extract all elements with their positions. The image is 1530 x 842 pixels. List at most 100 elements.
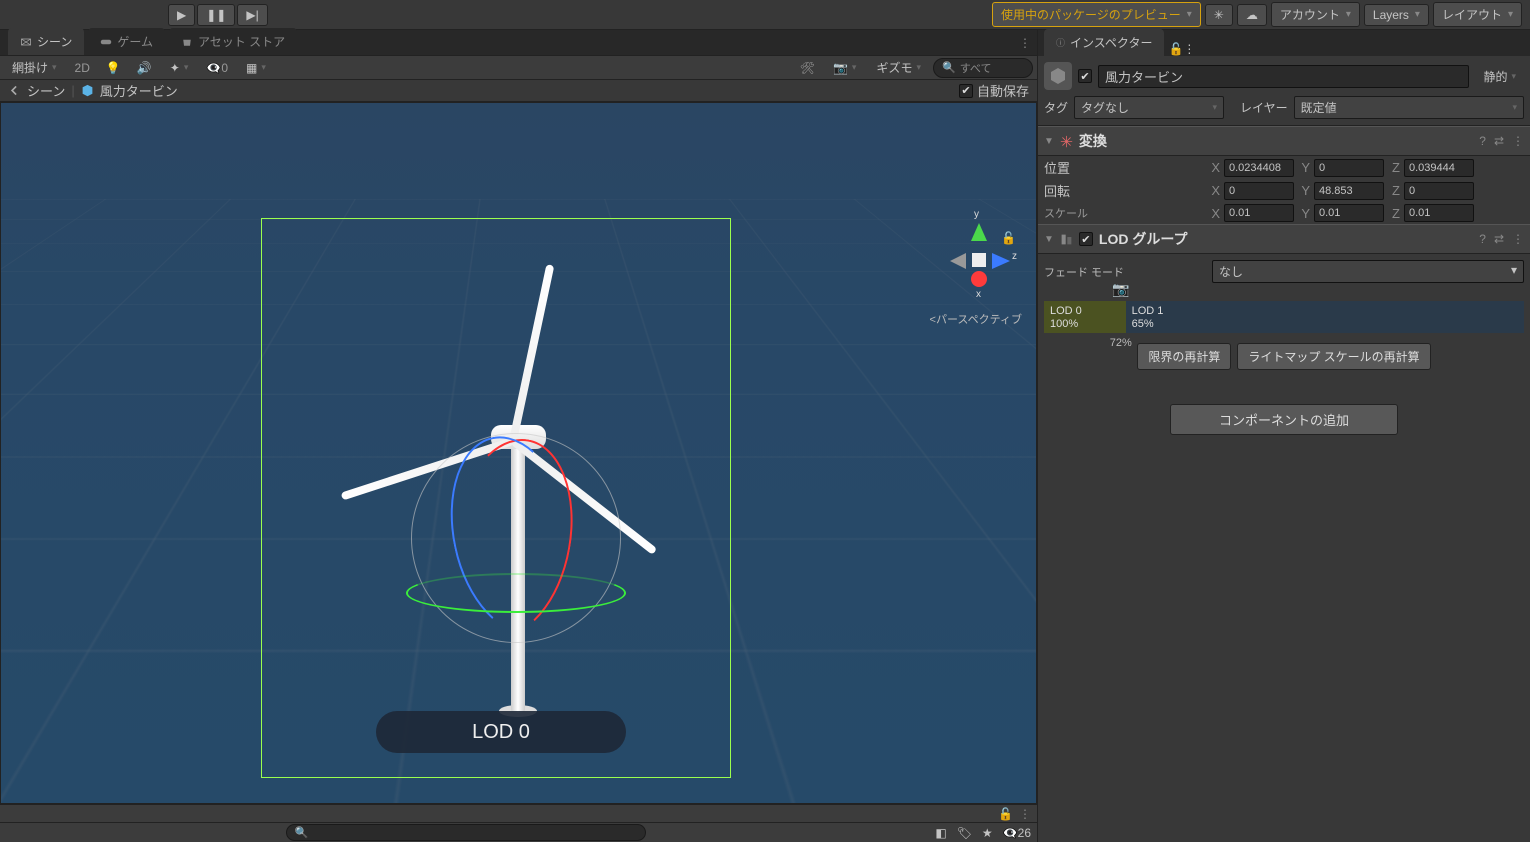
cloud-icon[interactable]: ☁ bbox=[1237, 4, 1267, 26]
rotation-gizmo[interactable] bbox=[411, 433, 621, 643]
fade-mode-dropdown[interactable]: なし▾ bbox=[1212, 260, 1524, 283]
orientation-gizmo[interactable]: y z x bbox=[938, 223, 1018, 303]
gamepad-icon bbox=[100, 36, 112, 48]
tab-asset-store[interactable]: アセット ストア bbox=[169, 28, 297, 55]
scale-z-field[interactable] bbox=[1404, 204, 1474, 222]
component-menu-icon[interactable]: ⋮ bbox=[1512, 232, 1524, 246]
collab-icon[interactable]: ✳ bbox=[1205, 4, 1233, 26]
add-component-button[interactable]: コンポーネントの追加 bbox=[1170, 404, 1398, 435]
tab-game-label: ゲーム bbox=[117, 33, 153, 50]
breadcrumb: シーン | 風力タービン ✔ 自動保存 bbox=[0, 80, 1037, 102]
recalc-lightmap-button[interactable]: ライトマップ スケールの再計算 bbox=[1237, 343, 1430, 370]
tag-value: タグなし bbox=[1081, 99, 1129, 116]
hidden-filter-icon[interactable]: 👁‍🗨26 bbox=[1003, 826, 1031, 840]
rot-z-field[interactable] bbox=[1404, 182, 1474, 200]
lighting-toggle-icon[interactable]: 💡 bbox=[100, 59, 127, 77]
footer-menu-icon[interactable]: ⋮ bbox=[1019, 807, 1031, 821]
breadcrumb-sep: | bbox=[71, 83, 74, 98]
audio-toggle-icon[interactable]: 🔊 bbox=[131, 59, 158, 77]
component-menu-icon[interactable]: ⋮ bbox=[1512, 134, 1524, 148]
autosave-checkbox[interactable]: ✔ bbox=[959, 84, 973, 98]
back-icon[interactable] bbox=[8, 84, 21, 97]
foldout-icon[interactable]: ▼ bbox=[1044, 136, 1054, 147]
step-button[interactable]: ▶| bbox=[237, 4, 267, 26]
tab-inspector[interactable]: ⓘ インスペクター bbox=[1044, 29, 1164, 56]
lod1-name: LOD 1 bbox=[1132, 305, 1518, 318]
transform-title: 変換 bbox=[1079, 131, 1107, 151]
project-search-input[interactable]: 🔍 bbox=[286, 824, 646, 841]
tab-inspector-label: インスペクター bbox=[1070, 34, 1152, 51]
hidden-objects-toggle[interactable]: 👁‍🗨0 bbox=[200, 59, 234, 77]
layers-dropdown[interactable]: Layers bbox=[1364, 4, 1429, 26]
tab-asset-store-label: アセット ストア bbox=[198, 33, 285, 50]
preset-icon[interactable]: ⇄ bbox=[1494, 232, 1504, 246]
account-label: アカウント bbox=[1280, 6, 1340, 23]
pos-z-field[interactable] bbox=[1404, 159, 1474, 177]
bag-icon bbox=[181, 36, 193, 48]
label-filter-icon[interactable]: 🏷 bbox=[957, 826, 972, 840]
layout-dropdown[interactable]: レイアウト bbox=[1433, 2, 1522, 27]
play-button[interactable]: ▶ bbox=[168, 4, 195, 26]
shading-mode-dropdown[interactable]: 網掛け bbox=[4, 57, 65, 78]
lod-enabled-checkbox[interactable]: ✔ bbox=[1079, 232, 1093, 246]
lod0-segment[interactable]: LOD 0 100% bbox=[1044, 301, 1126, 333]
rot-x-field[interactable] bbox=[1224, 182, 1294, 200]
scale-y-field[interactable] bbox=[1314, 204, 1384, 222]
layer-dropdown[interactable]: 既定値▾ bbox=[1294, 96, 1524, 119]
rot-y-field[interactable] bbox=[1314, 182, 1384, 200]
pos-x-field[interactable] bbox=[1224, 159, 1294, 177]
help-icon[interactable]: ? bbox=[1479, 134, 1486, 148]
lod1-segment[interactable]: LOD 1 65% bbox=[1126, 301, 1524, 333]
scale-row: スケール X Y Z bbox=[1038, 202, 1530, 224]
transform-header[interactable]: ▼ 変換 ? ⇄ ⋮ bbox=[1038, 126, 1530, 156]
lock-footer-icon[interactable]: 🔓 bbox=[998, 807, 1013, 821]
camera-dropdown-icon[interactable]: 📷 bbox=[825, 59, 864, 77]
tab-game[interactable]: ゲーム bbox=[88, 28, 165, 55]
help-icon[interactable]: ? bbox=[1479, 232, 1486, 246]
static-dropdown[interactable]: 静的 bbox=[1475, 66, 1524, 87]
recalc-bounds-button[interactable]: 限界の再計算 bbox=[1137, 343, 1231, 370]
scene-viewport[interactable]: 🔓 y z x <パースペクティブ LOD 0 bbox=[0, 102, 1037, 804]
inspector-menu-icon[interactable]: ⋮ bbox=[1183, 42, 1195, 56]
inspector-tabbar: ⓘ インスペクター 🔓 ⋮ bbox=[1038, 30, 1530, 56]
preview-packages-button[interactable]: 使用中のパッケージのプレビュー bbox=[992, 2, 1201, 27]
tab-scene[interactable]: シーン bbox=[8, 28, 84, 55]
inspector-lock-icon[interactable]: 🔓 bbox=[1168, 42, 1183, 56]
camera-marker-icon[interactable]: 📷 bbox=[1112, 281, 1129, 298]
scene-toolbar: 網掛け 2D 💡 🔊 ✦ 👁‍🗨0 ▦ 🛠 📷 ギズモ 🔍 すべて bbox=[0, 56, 1037, 80]
lod-bar[interactable]: LOD 0 100% LOD 1 65% bbox=[1044, 301, 1524, 333]
gameobject-icon[interactable] bbox=[1044, 62, 1072, 90]
favorite-filter-icon[interactable]: ★ bbox=[982, 826, 993, 840]
layer-label: レイヤー bbox=[1240, 99, 1288, 116]
pos-y-field[interactable] bbox=[1314, 159, 1384, 177]
transform-icon bbox=[1060, 135, 1073, 148]
foldout-icon[interactable]: ▼ bbox=[1044, 234, 1054, 245]
breadcrumb-scene[interactable]: シーン bbox=[27, 81, 65, 100]
scale-x-field[interactable] bbox=[1224, 204, 1294, 222]
camera-pct-label: 72% bbox=[1110, 337, 1132, 349]
lod-group-header[interactable]: ▼ ✔ LOD グループ ? ⇄ ⋮ bbox=[1038, 224, 1530, 254]
active-checkbox[interactable]: ✔ bbox=[1078, 69, 1092, 83]
account-dropdown[interactable]: アカウント bbox=[1271, 2, 1360, 27]
hidden-total: 26 bbox=[1018, 826, 1031, 840]
tools-icon[interactable]: 🛠 bbox=[794, 59, 821, 77]
lod-title: LOD グループ bbox=[1099, 229, 1188, 249]
object-name-field[interactable] bbox=[1098, 65, 1469, 88]
gizmos-dropdown[interactable]: ギズモ bbox=[868, 57, 929, 78]
scene-search-input[interactable]: 🔍 すべて bbox=[933, 58, 1033, 78]
preview-label: 使用中のパッケージのプレビュー bbox=[1001, 6, 1181, 23]
lod0-pct: 100% bbox=[1050, 318, 1120, 331]
breadcrumb-object[interactable]: 風力タービン bbox=[100, 81, 178, 100]
preset-icon[interactable]: ⇄ bbox=[1494, 134, 1504, 148]
perspective-label[interactable]: <パースペクティブ bbox=[930, 311, 1022, 327]
scene-icon bbox=[20, 36, 32, 48]
tag-dropdown[interactable]: タグなし▾ bbox=[1074, 96, 1224, 119]
2d-toggle[interactable]: 2D bbox=[69, 59, 96, 77]
tab-menu-icon[interactable]: ⋮ bbox=[1019, 36, 1031, 50]
fade-mode-label: フェード モード bbox=[1044, 264, 1204, 280]
grid-dropdown-icon[interactable]: ▦ bbox=[238, 59, 274, 77]
prefab-filter-icon[interactable]: ◧ bbox=[935, 826, 946, 840]
pause-button[interactable]: ❚❚ bbox=[197, 4, 235, 26]
status-bar: 🔍 ◧ 🏷 ★ 👁‍🗨26 bbox=[0, 822, 1037, 842]
fx-dropdown-icon[interactable]: ✦ bbox=[162, 59, 197, 77]
